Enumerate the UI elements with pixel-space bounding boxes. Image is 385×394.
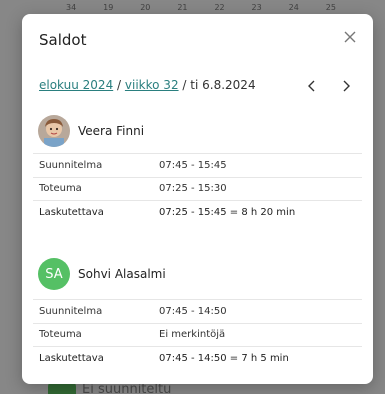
person-name: Veera Finni (78, 124, 145, 138)
breadcrumb: elokuu 2024 / viikko 32 / ti 6.8.2024 (39, 78, 256, 92)
row-label: Suunnitelma (39, 159, 103, 171)
month-link[interactable]: elokuu 2024 (39, 78, 113, 92)
row-label: Laskutettava (39, 206, 104, 218)
person-balance-table: Suunnitelma 07:45 - 14:50 Toteuma Ei mer… (33, 299, 362, 370)
week-link[interactable]: viikko 32 (125, 78, 179, 92)
row-label: Laskutettava (39, 352, 104, 364)
next-day-button[interactable] (338, 78, 354, 94)
table-row: Toteuma 07:25 - 15:30 (33, 176, 362, 201)
row-label: Suunnitelma (39, 305, 103, 317)
breadcrumb-separator: / (117, 78, 122, 92)
table-row: Suunnitelma 07:45 - 15:45 (33, 153, 362, 177)
row-label: Toteuma (39, 329, 82, 341)
close-icon (344, 31, 356, 43)
previous-day-button[interactable] (304, 78, 320, 94)
row-value: Ei merkintöjä (159, 329, 226, 341)
row-value: 07:45 - 14:50 (159, 305, 227, 317)
person-header: Veera Finni (38, 113, 144, 149)
person-name: Sohvi Alasalmi (78, 267, 166, 281)
person-balance-table: Suunnitelma 07:45 - 15:45 Toteuma 07:25 … (33, 153, 362, 224)
breadcrumb-separator: / (182, 78, 187, 92)
current-day: ti 6.8.2024 (190, 78, 256, 92)
row-label: Toteuma (39, 183, 82, 195)
chevron-right-icon (343, 80, 350, 92)
row-value: 07:45 - 14:50 = 7 h 5 min (159, 352, 289, 364)
avatar: SA (38, 258, 70, 290)
close-button[interactable] (341, 28, 359, 46)
table-row: Toteuma Ei merkintöjä (33, 322, 362, 347)
row-value: 07:45 - 15:45 (159, 159, 227, 171)
child-photo-icon (38, 115, 70, 147)
table-row: Laskutettava 07:45 - 14:50 = 7 h 5 min (33, 346, 362, 370)
avatar (38, 115, 70, 147)
chevron-left-icon (308, 80, 315, 92)
person-header: SA Sohvi Alasalmi (38, 256, 166, 292)
table-row: Laskutettava 07:25 - 15:45 = 8 h 20 min (33, 200, 362, 224)
saldot-dialog: Saldot elokuu 2024 / viikko 32 / ti 6.8.… (22, 14, 373, 384)
row-value: 07:25 - 15:45 = 8 h 20 min (159, 206, 296, 218)
row-value: 07:25 - 15:30 (159, 183, 227, 195)
dialog-title: Saldot (39, 31, 87, 49)
table-row: Suunnitelma 07:45 - 14:50 (33, 299, 362, 323)
